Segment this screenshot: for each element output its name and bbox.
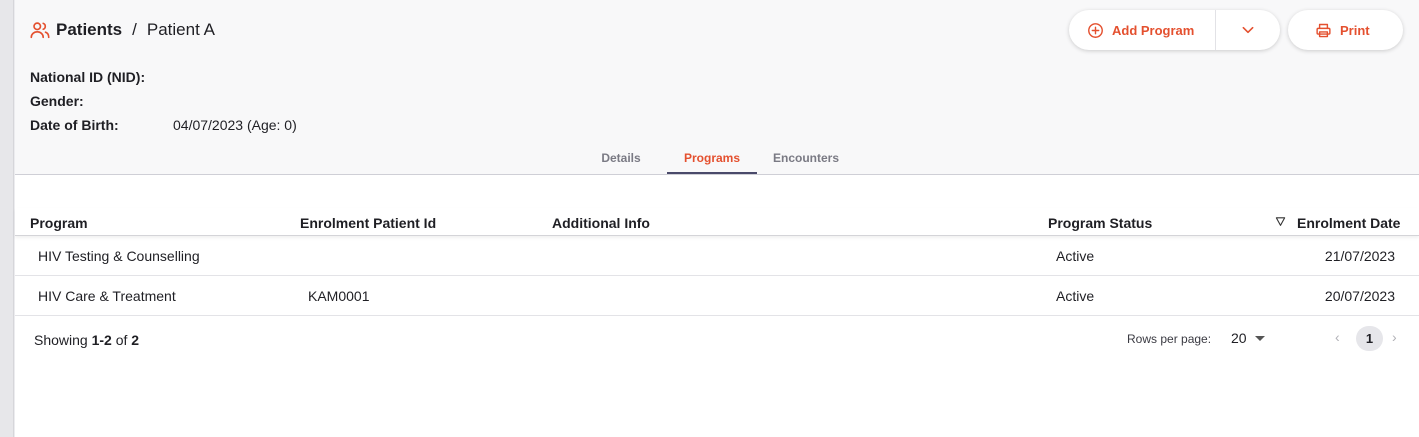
breadcrumb-current: Patient A <box>146 20 215 39</box>
column-header-program-status[interactable]: Program Status <box>1048 215 1152 231</box>
table-footer: Showing 1-2 of 2 Rows per page: 20 ‹ 1 › <box>15 316 1419 362</box>
pagination-summary: Showing 1-2 of 2 <box>34 332 139 348</box>
breadcrumb-separator: / <box>132 20 137 39</box>
printer-icon <box>1315 22 1340 39</box>
patient-info: National ID (NID): Gender: Date of Birth… <box>30 65 297 137</box>
add-program-dropdown-button[interactable] <box>1216 10 1280 50</box>
rows-per-page-select[interactable]: 20 <box>1231 330 1265 346</box>
caret-down-icon <box>1254 335 1265 341</box>
page-button-current[interactable]: 1 <box>1356 326 1383 351</box>
users-icon <box>29 19 51 41</box>
print-label: Print <box>1340 22 1370 38</box>
next-page-button[interactable]: › <box>1392 329 1397 345</box>
add-program-split-button: Add Program <box>1069 10 1280 50</box>
tab-encounters[interactable]: Encounters <box>766 142 846 174</box>
field-label: Date of Birth: <box>30 117 119 133</box>
cell-program-status: Active <box>1056 288 1095 304</box>
column-header-program[interactable]: Program <box>30 215 88 231</box>
breadcrumb-patients-link[interactable]: Patients <box>56 20 122 40</box>
column-header-additional-info[interactable]: Additional Info <box>552 215 650 231</box>
column-header-enrolment-patient-id[interactable]: Enrolment Patient Id <box>300 215 436 231</box>
cell-program: HIV Testing & Counselling <box>38 248 200 264</box>
side-rail <box>0 0 14 437</box>
showing-range: 1-2 <box>91 332 112 348</box>
add-program-label: Add Program <box>1112 22 1195 38</box>
table-header: Program Enrolment Patient Id Additional … <box>15 208 1419 236</box>
chevron-down-icon <box>1240 22 1256 38</box>
previous-page-button[interactable]: ‹ <box>1335 329 1340 345</box>
field-label: Gender: <box>30 93 84 109</box>
add-program-button[interactable]: Add Program <box>1069 10 1215 50</box>
patient-panel: Patients / Patient A National ID (NID): … <box>15 0 1419 437</box>
rows-per-page-label: Rows per page: <box>1127 332 1212 346</box>
field-gender: Gender: <box>30 89 297 113</box>
showing-total: 2 <box>131 332 140 348</box>
table-row[interactable]: HIV Testing & Counselling Active 21/07/2… <box>15 236 1419 276</box>
tab-details[interactable]: Details <box>588 142 654 174</box>
cell-enrolment-patient-id: KAM0001 <box>308 288 370 304</box>
rows-per-page-value: 20 <box>1231 330 1247 346</box>
plus-circle-icon <box>1087 22 1112 39</box>
patient-header: Patients / Patient A National ID (NID): … <box>15 0 1419 175</box>
showing-prefix: Showing <box>34 332 88 348</box>
table-row[interactable]: HIV Care & Treatment KAM0001 Active 20/0… <box>15 276 1419 316</box>
tab-programs[interactable]: Programs <box>667 142 757 174</box>
field-value: 04/07/2023 (Age: 0) <box>173 117 297 133</box>
cell-program-status: Active <box>1056 248 1095 264</box>
print-button[interactable]: Print <box>1288 10 1403 50</box>
tab-bar: Details Programs Encounters <box>15 142 1419 175</box>
filter-icon[interactable] <box>1275 214 1286 230</box>
showing-of: of <box>115 332 128 348</box>
field-date-of-birth: Date of Birth: 04/07/2023 (Age: 0) <box>30 113 297 137</box>
cell-enrolment-date: 20/07/2023 <box>1324 288 1395 304</box>
field-national-id: National ID (NID): <box>30 65 297 89</box>
cell-enrolment-date: 21/07/2023 <box>1324 248 1395 264</box>
cell-program: HIV Care & Treatment <box>38 288 176 304</box>
breadcrumb: Patients / Patient A <box>29 18 215 42</box>
field-label: National ID (NID): <box>30 69 146 85</box>
column-header-enrolment-date[interactable]: Enrolment Date <box>1297 215 1400 231</box>
